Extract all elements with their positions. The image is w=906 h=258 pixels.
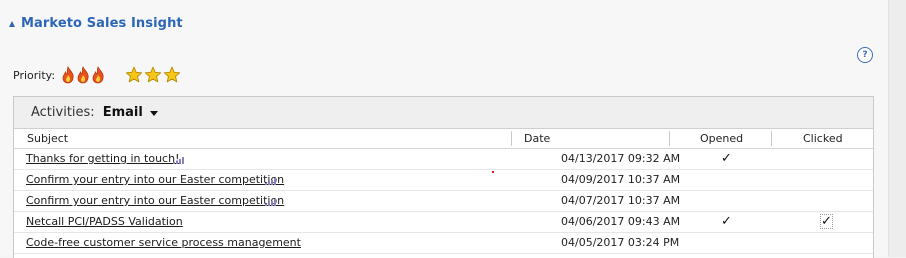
- row-date: 04/06/2017 09:43 AM: [561, 215, 681, 228]
- table-row[interactable]: Netcall PCI/PADSS Validation 04/06/2017 …: [14, 212, 873, 233]
- vertical-scrollbar[interactable]: [889, 0, 906, 257]
- subject-link[interactable]: Code-free customer service process manag…: [26, 233, 301, 253]
- row-date: 04/07/2017 10:37 AM: [561, 194, 681, 207]
- column-divider[interactable]: [511, 131, 512, 146]
- subject-link[interactable]: Thanks for getting in touch!: [26, 149, 179, 169]
- table-row[interactable]: Code-free customer service process manag…: [14, 233, 873, 254]
- row-date: 04/05/2017 03:24 PM: [561, 236, 680, 249]
- priority-stars: [125, 66, 181, 84]
- signal-icon: [173, 154, 185, 167]
- star-icon: [125, 66, 143, 84]
- row-date: 04/09/2017 10:37 AM: [561, 173, 681, 186]
- chevron-down-icon[interactable]: [149, 111, 158, 116]
- help-icon[interactable]: ?: [857, 47, 873, 63]
- activities-toolbar: Activities: Email: [14, 97, 873, 129]
- signal-icon: [265, 196, 277, 209]
- stray-dot: [492, 171, 494, 173]
- section-header[interactable]: Marketo Sales Insight: [9, 13, 183, 33]
- marketo-sales-insight-panel: Marketo Sales Insight ? Priority: Activi…: [0, 0, 889, 258]
- flame-icon: [76, 66, 90, 84]
- signal-icon: [265, 175, 277, 188]
- column-header-clicked[interactable]: Clicked: [803, 129, 843, 148]
- star-icon: [144, 66, 162, 84]
- clicked-check: ✓: [820, 214, 833, 229]
- collapse-caret-icon[interactable]: [9, 20, 15, 27]
- subject-link[interactable]: Confirm your entry into our Easter compe…: [26, 170, 284, 190]
- row-date: 04/13/2017 09:32 AM: [561, 152, 681, 165]
- table-header: Subject Date Opened Clicked: [14, 129, 873, 149]
- section-title: Marketo Sales Insight: [21, 15, 183, 31]
- table-row[interactable]: Confirm your entry into our Easter compe…: [14, 191, 873, 212]
- table-row[interactable]: Thanks for getting in touch! 04/13/2017 …: [14, 149, 873, 170]
- activities-grid: Activities: Email Subject Date Opened Cl…: [13, 96, 874, 258]
- column-header-opened[interactable]: Opened: [700, 129, 743, 148]
- opened-check: ✓: [721, 151, 732, 166]
- priority-row: Priority:: [13, 63, 181, 87]
- activities-view-selector[interactable]: Email: [103, 105, 143, 120]
- subject-link[interactable]: Netcall PCI/PADSS Validation: [26, 212, 183, 232]
- column-divider[interactable]: [771, 131, 772, 146]
- column-divider[interactable]: [669, 131, 670, 146]
- priority-flames: [61, 66, 105, 84]
- flame-icon: [91, 66, 105, 84]
- star-icon: [163, 66, 181, 84]
- opened-check: ✓: [721, 214, 732, 229]
- flame-icon: [61, 66, 75, 84]
- activities-label: Activities:: [31, 105, 95, 120]
- column-header-date[interactable]: Date: [524, 129, 550, 148]
- column-header-subject[interactable]: Subject: [27, 129, 68, 148]
- table-row[interactable]: Confirm your entry into our Easter compe…: [14, 170, 873, 191]
- priority-label: Priority:: [13, 68, 56, 82]
- subject-link[interactable]: Confirm your entry into our Easter compe…: [26, 191, 284, 211]
